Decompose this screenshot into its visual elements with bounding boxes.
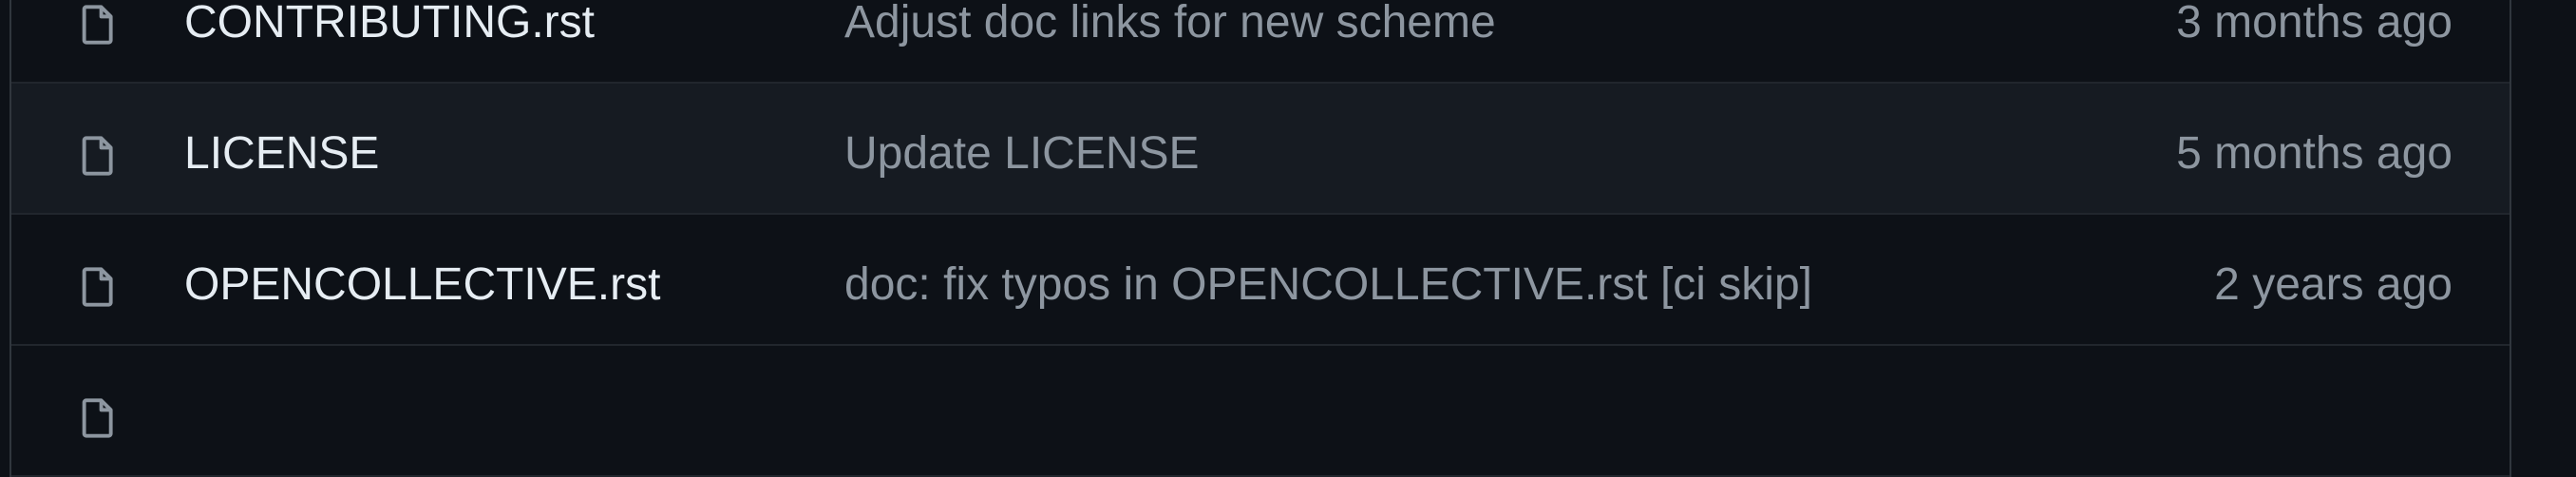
- file-icon: [76, 129, 120, 182]
- file-icon: [76, 0, 120, 51]
- table-row[interactable]: OPENCOLLECTIVE.rst doc: fix typos in OPE…: [11, 215, 2510, 346]
- file-icon: [76, 391, 120, 445]
- commit-message-link[interactable]: Adjust doc links for new scheme: [844, 0, 1496, 49]
- commit-message-link[interactable]: doc: fix typos in OPENCOLLECTIVE.rst [ci…: [844, 258, 1812, 312]
- commit-age: 2 years ago: [2214, 259, 2453, 310]
- file-name-link[interactable]: OPENCOLLECTIVE.rst: [184, 258, 660, 312]
- table-row[interactable]: [11, 346, 2510, 477]
- file-table: CONTRIBUTING.rst Adjust doc links for ne…: [9, 0, 2511, 477]
- commit-age: 3 months ago: [2176, 0, 2453, 48]
- commit-message-link[interactable]: Update LICENSE: [844, 127, 1200, 181]
- table-row[interactable]: CONTRIBUTING.rst Adjust doc links for ne…: [11, 0, 2510, 84]
- file-name-link[interactable]: LICENSE: [184, 127, 379, 181]
- commit-age: 5 months ago: [2176, 128, 2453, 179]
- file-name-link[interactable]: CONTRIBUTING.rst: [184, 0, 595, 49]
- file-icon: [76, 260, 120, 314]
- table-row[interactable]: LICENSE Update LICENSE 5 months ago: [11, 84, 2510, 215]
